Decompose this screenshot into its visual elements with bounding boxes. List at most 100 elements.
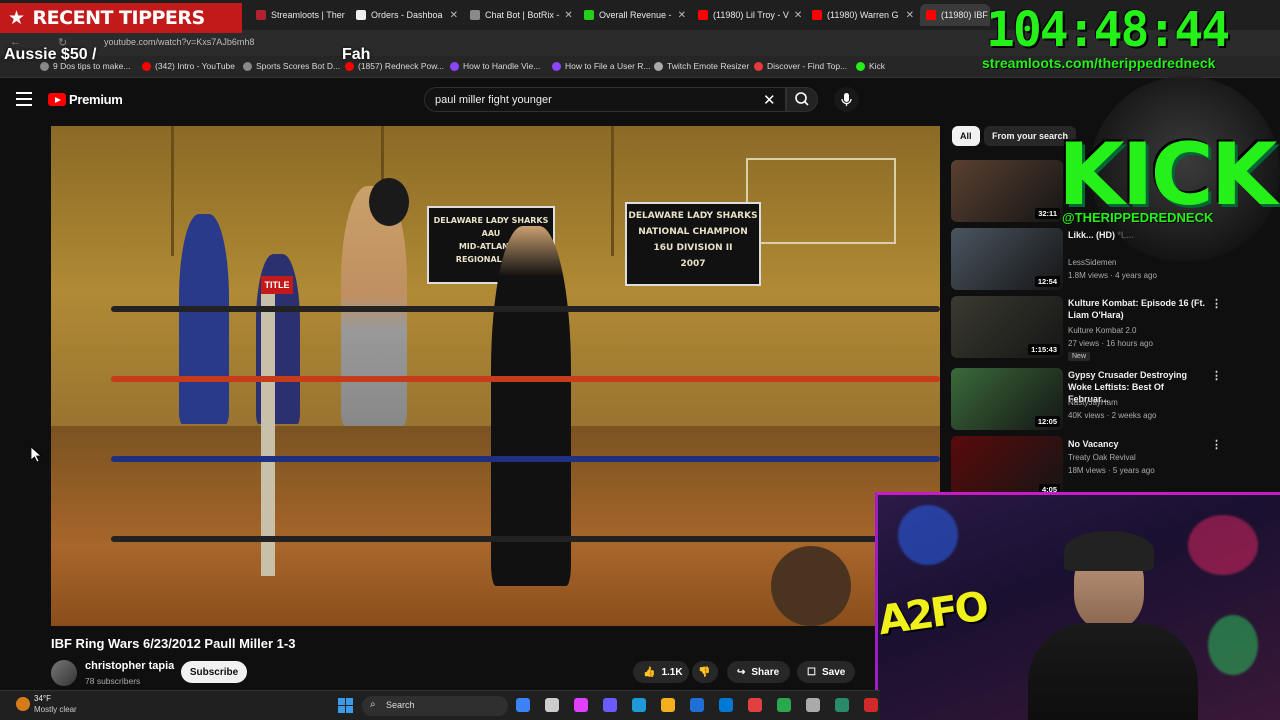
- bookmark-label: (342) Intro - YouTube: [155, 61, 236, 71]
- webcam-overlay: A2FO: [875, 492, 1280, 720]
- gym-banner-right: DELAWARE LADY SHARKS NATIONAL CHAMPION 1…: [625, 202, 761, 286]
- duration-badge: 1:15:43: [1028, 344, 1060, 355]
- taskbar-app-icon[interactable]: [574, 698, 588, 712]
- recent-tippers-label: RECENT TIPPERS: [32, 7, 206, 29]
- basketball-backboard: [746, 158, 896, 244]
- url-field[interactable]: youtube.com/watch?v=Kxs7AJb6mh8: [104, 37, 254, 47]
- taskbar-app-icon[interactable]: [835, 698, 849, 712]
- recommendation-thumbnail[interactable]: 1:15:43: [951, 296, 1063, 358]
- weather-icon[interactable]: [16, 697, 30, 711]
- duration-badge: 12:54: [1034, 276, 1060, 287]
- channel-name[interactable]: christopher tapia: [85, 660, 174, 672]
- streamer-body: [1028, 623, 1198, 720]
- bookmark-item[interactable]: How to File a User R...: [552, 61, 651, 71]
- banner-line: 2007: [680, 259, 706, 269]
- tab-label: Orders - Dashboa: [371, 10, 443, 20]
- recommendation-thumbnail[interactable]: 32:11: [951, 160, 1063, 222]
- bookmark-item[interactable]: Discover - Find Top...: [754, 61, 847, 71]
- recommendation-title[interactable]: No Vacancy: [1068, 438, 1206, 450]
- taskbar-app-icon[interactable]: [603, 698, 617, 712]
- taskbar-app-icon[interactable]: [777, 698, 791, 712]
- search-icon: ⌕: [370, 699, 376, 710]
- close-icon[interactable]: ✕: [906, 10, 914, 21]
- clear-icon[interactable]: ✕: [763, 91, 776, 109]
- duration-badge: 32:11: [1035, 208, 1060, 219]
- taskbar-app-icon[interactable]: [661, 698, 675, 712]
- more-options-icon[interactable]: ⋮: [1211, 369, 1222, 382]
- taskbar-search[interactable]: ⌕ Search: [362, 696, 508, 716]
- close-icon[interactable]: ✕: [564, 10, 572, 21]
- close-icon[interactable]: ✕: [678, 10, 686, 21]
- recent-tippers-banner: ★ RECENT TIPPERS: [0, 3, 242, 33]
- recommendation-title[interactable]: Kulture Kombat: Episode 16 (Ft. Liam O'H…: [1068, 297, 1206, 321]
- recommendation-channel[interactable]: LessSidemen: [1068, 258, 1116, 267]
- browser-tab[interactable]: (11980) Warren G ✕: [806, 4, 920, 26]
- banner-line: 16U DIVISION II: [653, 243, 733, 253]
- recommendation-thumbnail[interactable]: 12:05: [951, 368, 1063, 430]
- browser-tab[interactable]: Overall Revenue - ✕: [578, 4, 692, 26]
- banner-line: DELAWARE LADY SHARKS: [628, 211, 758, 221]
- ring-rope: [111, 306, 940, 312]
- subscribe-button[interactable]: Subscribe: [181, 661, 247, 683]
- tab-label: (11980) IBF R: [941, 10, 990, 20]
- more-options-icon[interactable]: ⋮: [1211, 297, 1222, 310]
- bookmark-icon: [754, 61, 763, 71]
- bookmark-icon: [142, 61, 151, 71]
- youtube-premium-label: Premium: [69, 92, 123, 107]
- taskbar-app-icon[interactable]: [806, 698, 820, 712]
- save-button[interactable]: ☐ Save: [797, 661, 855, 683]
- taskbar-app-icon[interactable]: [719, 698, 733, 712]
- share-label: Share: [751, 666, 780, 678]
- video-player[interactable]: DELAWARE LADY SHARKS AAU MID-ATLANTIC RE…: [51, 126, 940, 626]
- cam-neon-sign: A2FO: [875, 583, 989, 645]
- dislike-button[interactable]: 👎: [692, 661, 718, 683]
- bookmark-icon: [450, 61, 459, 71]
- youtube-logo[interactable]: Premium: [48, 92, 123, 107]
- browser-tab[interactable]: Chat Bot | BotRix - ✕: [464, 4, 578, 26]
- recommendation-channel[interactable]: NastyJayHam: [1068, 398, 1118, 407]
- tab-favicon: [926, 10, 936, 20]
- close-icon[interactable]: ✕: [450, 10, 458, 21]
- taskbar-app-icon[interactable]: [748, 698, 762, 712]
- browser-tab[interactable]: Orders - Dashboa ✕: [350, 4, 464, 26]
- kick-logo-text: KICK: [1058, 125, 1277, 225]
- recommendation-thumbnail[interactable]: 12:54: [951, 228, 1063, 290]
- hamburger-menu-icon[interactable]: [16, 92, 32, 106]
- avatar[interactable]: [51, 660, 77, 686]
- like-button[interactable]: 👍 1.1K: [633, 661, 689, 683]
- voice-search-button[interactable]: [834, 87, 859, 112]
- recommendation-meta: 40K views · 2 weeks ago: [1068, 411, 1157, 420]
- bookmark-label: How to Handle Vie...: [463, 61, 541, 71]
- bookmark-item[interactable]: Sports Scores Bot D...: [243, 61, 340, 71]
- bookmark-item[interactable]: (342) Intro - YouTube: [142, 61, 235, 71]
- recommendation-thumbnail[interactable]: 4:05: [951, 436, 1063, 498]
- star-icon: ★: [8, 7, 25, 29]
- tipper-ticker: Aussie $50 /: [4, 46, 97, 63]
- taskbar-app-icon[interactable]: [864, 698, 878, 712]
- bookmark-label: Twitch Emote Resizer: [667, 61, 750, 71]
- close-icon[interactable]: ✕: [794, 10, 802, 21]
- browser-tab[interactable]: (11980) Lil Troy - V ✕: [692, 4, 806, 26]
- windows-start-icon[interactable]: [338, 698, 353, 713]
- search-input[interactable]: paul miller fight younger ✕: [424, 87, 786, 112]
- taskbar-app-icon[interactable]: [516, 698, 530, 712]
- tab-favicon: [356, 10, 366, 20]
- bookmark-item[interactable]: Kick: [856, 61, 885, 71]
- recommendation-meta: 1.8M views · 4 years ago: [1068, 271, 1157, 280]
- recommendation-channel[interactable]: Treaty Oak Revival: [1068, 453, 1136, 462]
- search-button[interactable]: [786, 87, 818, 112]
- spectator-figure: [179, 214, 229, 424]
- taskbar-app-icon[interactable]: [632, 698, 646, 712]
- tab-label: Overall Revenue -: [599, 10, 672, 20]
- bookmark-label: Kick: [869, 61, 886, 71]
- taskbar-app-icon[interactable]: [545, 698, 559, 712]
- browser-tab-active[interactable]: (11980) IBF R: [920, 4, 990, 26]
- more-options-icon[interactable]: ⋮: [1211, 438, 1222, 451]
- bookmark-item[interactable]: Twitch Emote Resizer: [654, 61, 749, 71]
- chip-all[interactable]: All: [952, 126, 980, 146]
- recommendation-channel[interactable]: Kulture Kombat 2.0: [1068, 326, 1136, 335]
- share-button[interactable]: ↪ Share: [727, 661, 790, 683]
- browser-tab[interactable]: Streamloots | Ther✕: [250, 4, 350, 26]
- taskbar-app-icon[interactable]: [690, 698, 704, 712]
- bookmark-item[interactable]: How to Handle Vie...: [450, 61, 540, 71]
